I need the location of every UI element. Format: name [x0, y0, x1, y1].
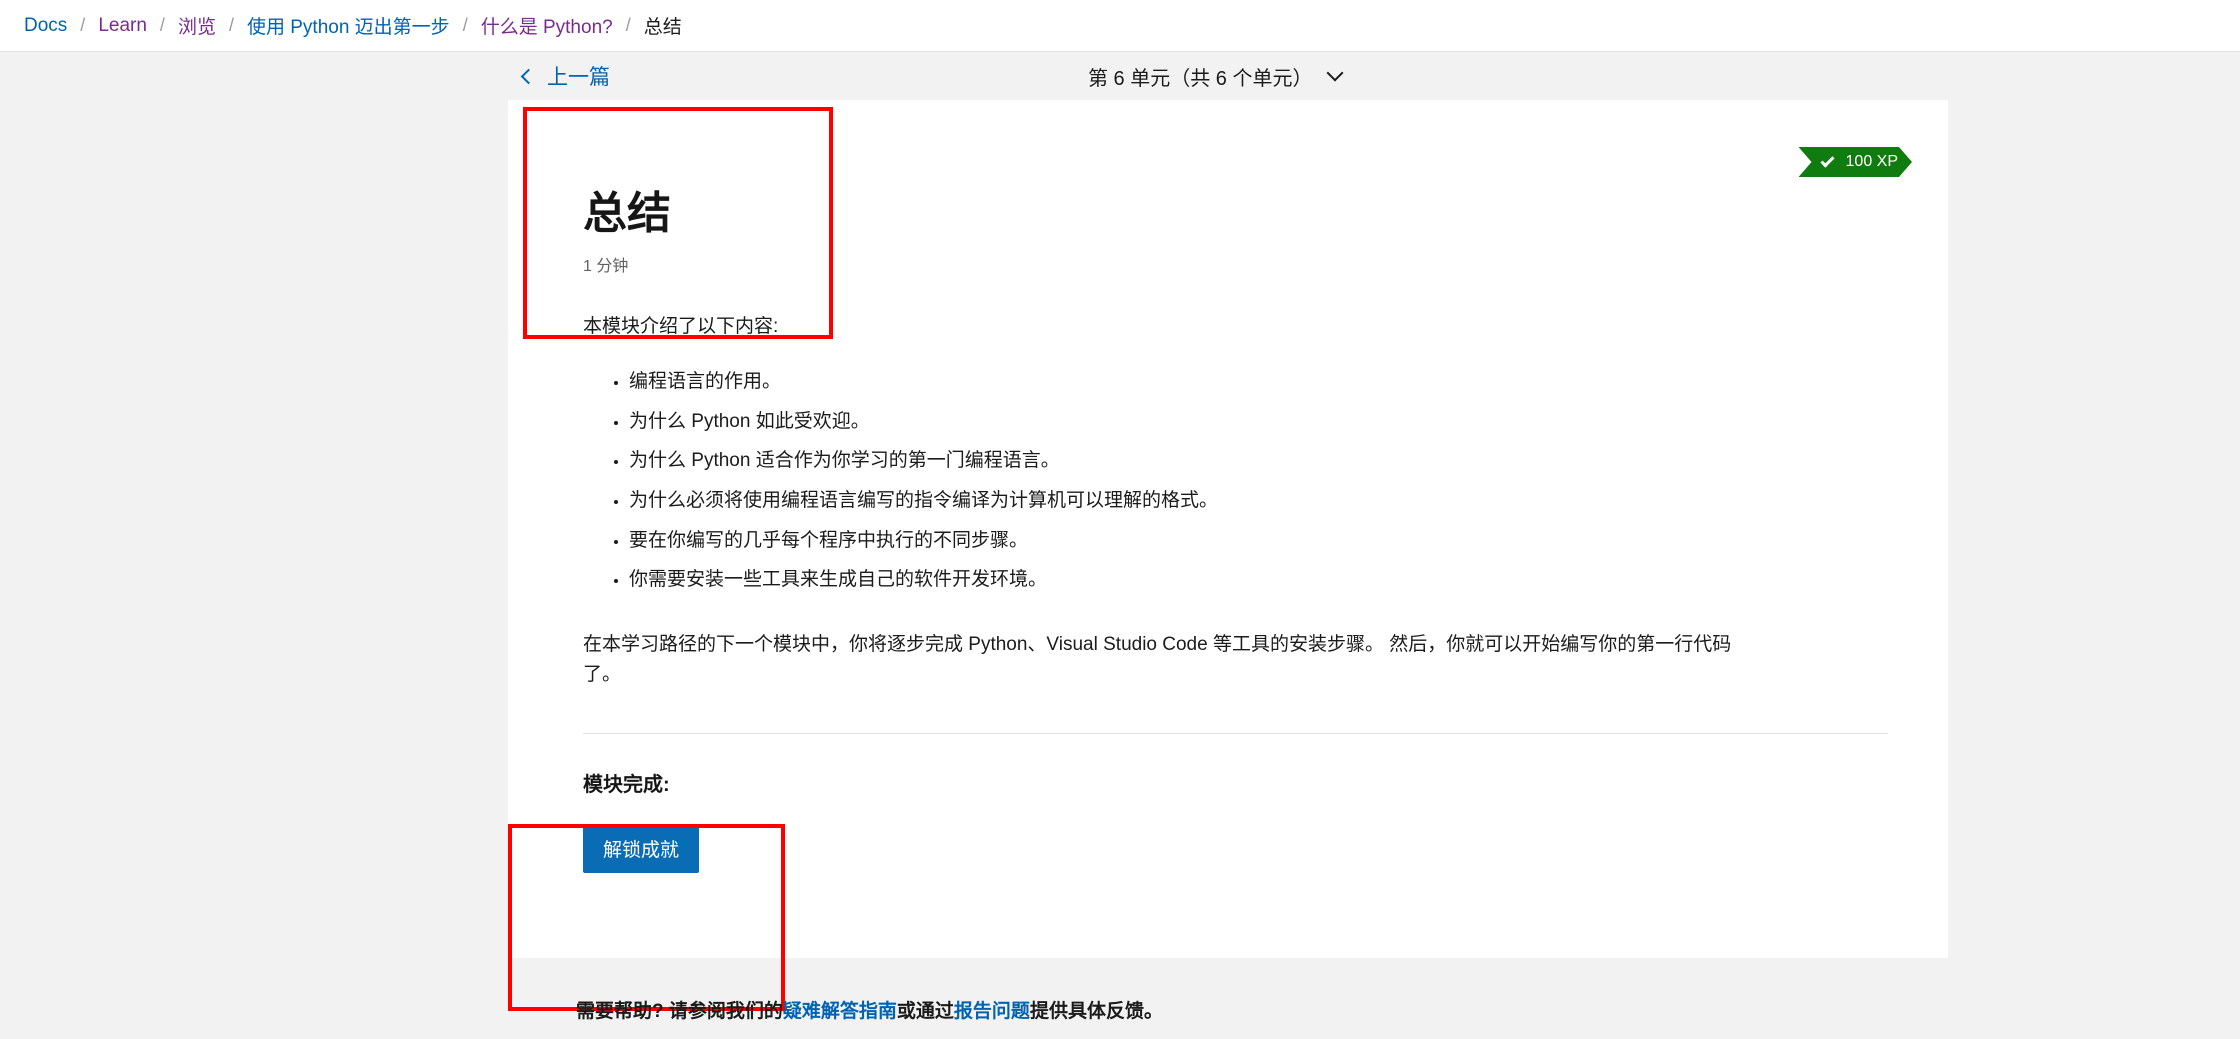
report-problem-link[interactable]: 报告问题	[954, 1001, 1030, 1022]
unlock-achievement-button[interactable]: 解锁成就	[583, 824, 700, 874]
list-item: 你需要安装一些工具来生成自己的软件开发环境。	[629, 566, 1888, 594]
breadcrumb-separator: /	[80, 15, 86, 35]
help-footer-suffix: 提供具体反馈。	[1029, 1001, 1163, 1022]
help-footer-middle: 或通过	[896, 1001, 954, 1022]
xp-badge: 100 XP	[1799, 147, 1912, 177]
unit-navigation-bar: 上一篇 第 6 单元（共 6 个单元）	[0, 52, 2240, 100]
list-item: 为什么 Python 如此受欢迎。	[629, 408, 1888, 436]
list-item: 编程语言的作用。	[629, 368, 1888, 396]
check-icon	[1820, 153, 1834, 167]
breadcrumb-item-module[interactable]: 使用 Python 迈出第一步	[247, 12, 450, 39]
breadcrumb-separator: /	[228, 15, 234, 35]
unit-content-card: 100 XP 总结 1 分钟 本模块介绍了以下内容: 编程语言的作用。 为什么 …	[508, 100, 1948, 1011]
breadcrumb-separator: /	[159, 15, 165, 35]
chevron-left-icon	[520, 68, 537, 85]
list-item: 为什么必须将使用编程语言编写的指令编译为计算机可以理解的格式。	[629, 487, 1888, 515]
breadcrumb: Docs / Learn / 浏览 / 使用 Python 迈出第一步 / 什么…	[0, 0, 2240, 52]
breadcrumb-item-what-is-python[interactable]: 什么是 Python?	[481, 12, 613, 39]
breadcrumb-item-learn[interactable]: Learn	[98, 15, 147, 37]
intro-paragraph: 本模块介绍了以下内容:	[583, 315, 779, 337]
xp-badge-label: 100 XP	[1845, 153, 1898, 170]
previous-unit-link[interactable]: 上一篇	[520, 61, 610, 91]
breadcrumb-item-current: 总结	[643, 17, 682, 38]
section-divider	[583, 733, 1888, 735]
unit-selector-label: 第 6 单元（共 6 个单元）	[1088, 67, 1313, 90]
module-completion-heading: 模块完成:	[583, 774, 670, 797]
breadcrumb-item-browse[interactable]: 浏览	[178, 12, 216, 39]
breadcrumb-separator: /	[625, 15, 631, 35]
chevron-down-icon	[1326, 64, 1344, 82]
help-footer-prefix: 需要帮助? 请参阅我们的	[576, 1001, 783, 1022]
unit-selector-dropdown[interactable]: 第 6 单元（共 6 个单元）	[1088, 62, 1344, 91]
closing-paragraph: 在本学习路径的下一个模块中，你将逐步完成 Python、Visual Studi…	[583, 633, 1732, 686]
previous-unit-label: 上一篇	[547, 66, 610, 89]
read-time-label: 1 分钟	[583, 257, 629, 275]
list-item: 要在你编写的几乎每个程序中执行的不同步骤。	[629, 527, 1888, 555]
breadcrumb-item-docs[interactable]: Docs	[24, 15, 67, 37]
page-title: 总结	[583, 189, 671, 238]
summary-bullet-list: 编程语言的作用。 为什么 Python 如此受欢迎。 为什么 Python 适合…	[583, 368, 1888, 593]
list-item: 为什么 Python 适合作为你学习的第一门编程语言。	[629, 447, 1888, 475]
troubleshooting-guide-link[interactable]: 疑难解答指南	[783, 1001, 897, 1022]
help-footer: 需要帮助? 请参阅我们的疑难解答指南或通过报告问题提供具体反馈。	[0, 996, 2240, 1023]
breadcrumb-separator: /	[462, 15, 468, 35]
